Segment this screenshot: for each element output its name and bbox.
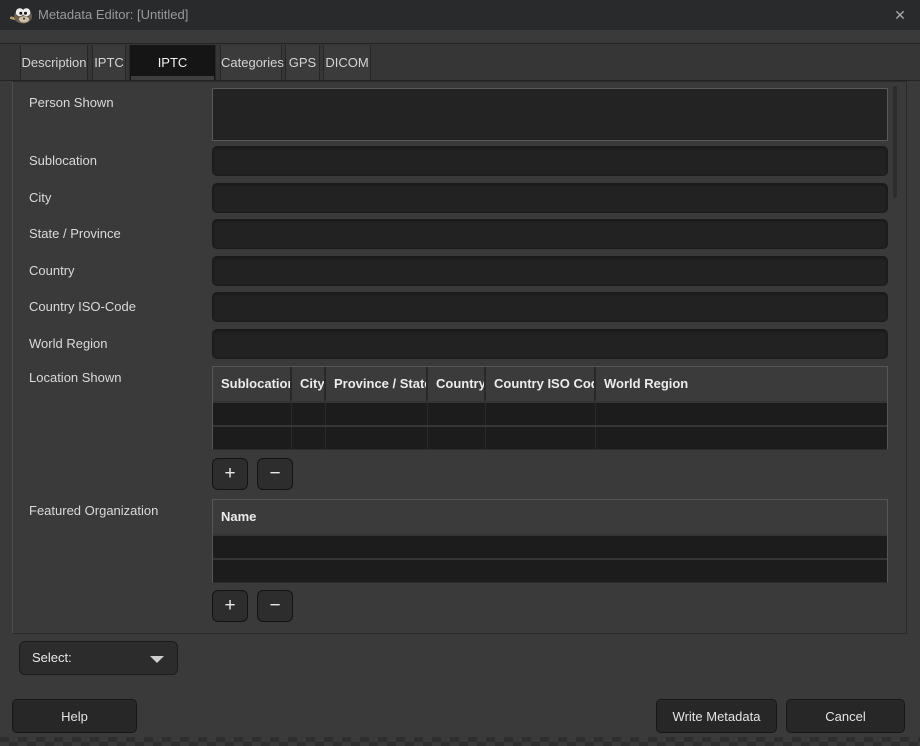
close-icon[interactable]: ✕ [884,0,916,30]
column-header-name[interactable]: Name [213,500,887,534]
location-cell[interactable] [292,427,326,449]
organization-cell[interactable] [213,560,887,582]
sublocation-label: Sublocation [29,146,97,176]
column-header-country[interactable]: Country [428,367,486,401]
column-header-city[interactable]: City [292,367,326,401]
window-resize-grip[interactable] [0,737,920,746]
gimp-wilber-icon [9,6,33,24]
tab-strip: Description IPTC IPTC Extension Categori… [0,43,920,81]
help-button[interactable]: Help [12,699,137,733]
column-header-country-iso-code[interactable]: Country ISO Code [486,367,596,401]
column-header-world-region[interactable]: World Region [596,367,887,401]
add-organization-button[interactable]: + [212,590,248,622]
iptc-extension-panel: Person Shown Sublocation City State / Pr… [12,81,907,634]
location-cell[interactable] [326,403,428,425]
location-row[interactable] [213,425,887,449]
vertical-scrollbar-thumb[interactable] [893,86,897,198]
person-shown-label: Person Shown [29,95,114,110]
location-cell[interactable] [486,403,596,425]
add-location-button[interactable]: + [212,458,248,490]
tab-description[interactable]: Description [20,45,88,80]
tab-dicom[interactable]: DICOM [323,45,371,80]
country-input[interactable] [212,256,888,286]
tab-iptc[interactable]: IPTC [92,45,126,80]
select-dropdown[interactable]: Select: [19,641,178,675]
location-shown-table: Sublocation City Province / State Countr… [212,366,888,450]
world-region-input[interactable] [212,329,888,359]
country-iso-code-label: Country ISO-Code [29,292,136,322]
metadata-editor-window: Metadata Editor: [Untitled] ✕ Descriptio… [0,0,920,746]
featured-organization-table: Name [212,499,888,583]
location-cell[interactable] [213,427,292,449]
world-region-label: World Region [29,329,108,359]
column-header-sublocation[interactable]: Sublocation [213,367,292,401]
location-cell[interactable] [292,403,326,425]
write-metadata-button[interactable]: Write Metadata [656,699,777,733]
location-cell[interactable] [213,403,292,425]
organization-row[interactable] [213,534,887,558]
featured-organization-label: Featured Organization [29,503,158,518]
featured-organization-header: Name [213,500,887,534]
title-bar: Metadata Editor: [Untitled] ✕ [0,0,920,30]
country-iso-code-input[interactable] [212,292,888,322]
state-province-label: State / Province [29,219,121,249]
city-label: City [29,183,51,213]
organization-row[interactable] [213,558,887,582]
tab-categories[interactable]: Categories [220,45,282,80]
location-cell[interactable] [428,427,486,449]
remove-organization-button[interactable]: − [257,590,293,622]
location-shown-label: Location Shown [29,370,122,385]
chevron-down-icon [150,656,164,663]
location-shown-header: Sublocation City Province / State Countr… [213,367,887,401]
column-header-province-state[interactable]: Province / State [326,367,428,401]
organization-cell[interactable] [213,536,887,558]
country-label: Country [29,256,75,286]
city-input[interactable] [212,183,888,213]
tab-gps[interactable]: GPS [285,45,320,80]
location-cell[interactable] [596,427,887,449]
location-cell[interactable] [428,403,486,425]
select-dropdown-label: Select: [32,642,72,674]
tab-iptc-extension[interactable]: IPTC Extension [129,45,216,80]
person-shown-input[interactable] [212,88,888,141]
location-row[interactable] [213,401,887,425]
window-title: Metadata Editor: [Untitled] [38,0,188,30]
remove-location-button[interactable]: − [257,458,293,490]
location-cell[interactable] [596,403,887,425]
sublocation-input[interactable] [212,146,888,176]
location-cell[interactable] [326,427,428,449]
state-province-input[interactable] [212,219,888,249]
location-cell[interactable] [486,427,596,449]
cancel-button[interactable]: Cancel [786,699,905,733]
